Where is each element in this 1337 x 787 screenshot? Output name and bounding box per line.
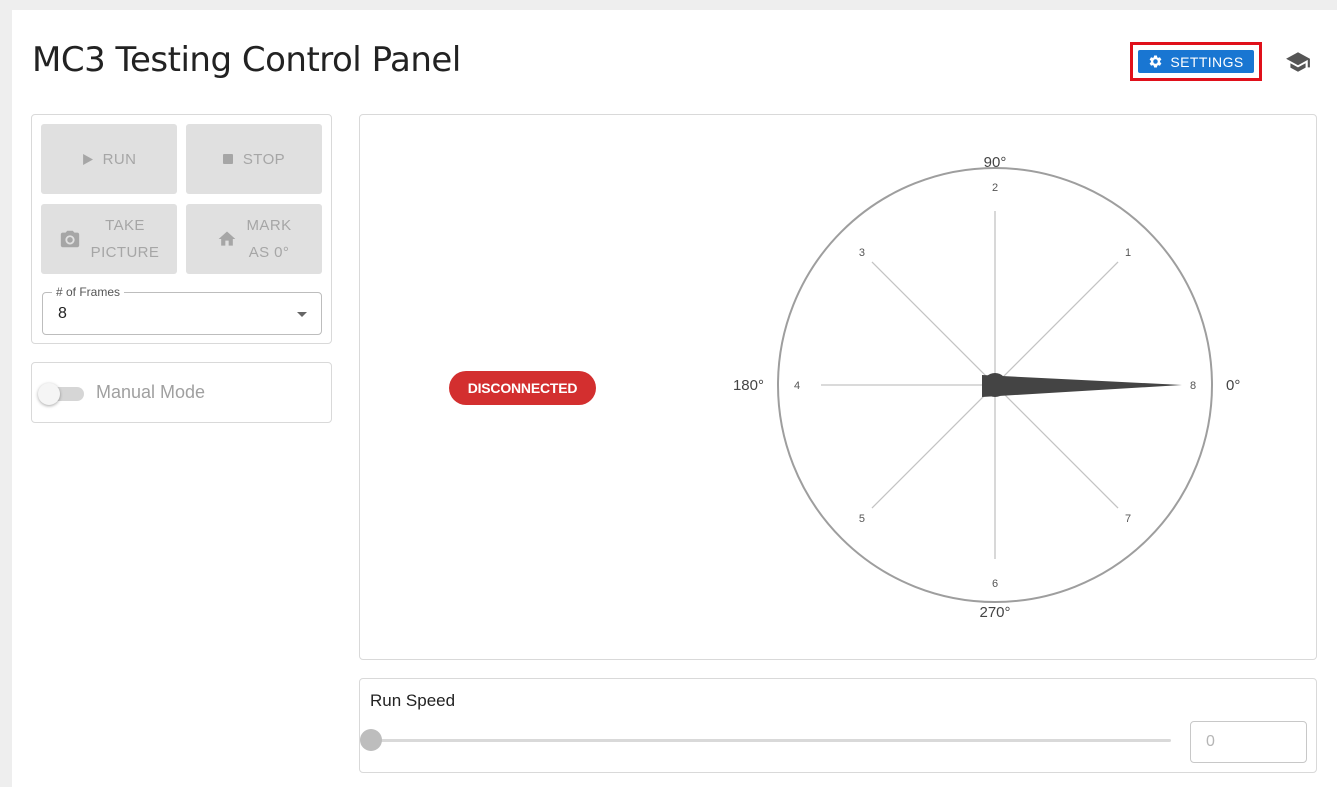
run-button[interactable]: RUN	[41, 124, 177, 194]
manual-mode-switch-thumb[interactable]	[38, 383, 60, 405]
angle-label-0: 0°	[1226, 377, 1240, 394]
dial-spoke-5	[871, 391, 989, 509]
frame-label-4: 4	[794, 380, 800, 392]
left-border	[0, 10, 12, 787]
school-button[interactable]	[1282, 48, 1314, 76]
chevron-down-icon	[297, 312, 307, 317]
angle-label-270: 270°	[979, 604, 1010, 621]
run-label: RUN	[102, 150, 137, 168]
angle-label-180: 180°	[733, 377, 764, 394]
settings-label: SETTINGS	[1170, 53, 1244, 70]
camera-icon	[60, 230, 79, 248]
angle-label-90: 90°	[984, 154, 1007, 171]
manual-mode-label: Manual Mode	[96, 382, 206, 402]
mark-zero-label-line2: AS 0°	[248, 244, 290, 261]
controls-card: RUN STOP TAKE PICTURE MARK AS 0° # of Fr…	[31, 114, 332, 344]
manual-mode-card: Manual Mode	[31, 362, 332, 423]
take-picture-label-line2: PICTURE	[90, 244, 160, 261]
frame-label-5: 5	[859, 513, 865, 525]
stop-icon	[222, 154, 233, 164]
play-icon	[82, 153, 93, 165]
frame-label-8: 8	[1190, 380, 1196, 392]
dial-spoke-7	[1001, 391, 1119, 509]
dial-pointer	[982, 375, 1182, 397]
take-picture-button[interactable]: TAKE PICTURE	[41, 204, 177, 274]
frame-label-2: 2	[992, 182, 998, 194]
position-dial: 1 2 3 4 5 6 7 8 90° 180° 0° 270°	[733, 154, 1240, 621]
mark-zero-label-line1: MARK	[246, 217, 292, 234]
frame-label-7: 7	[1125, 513, 1131, 525]
run-speed-label: Run Speed	[370, 691, 456, 710]
position-dial-card: DISCONNECTED 12345678 90° 180° 0° 270°	[359, 114, 1317, 660]
mark-zero-button[interactable]: MARK AS 0°	[186, 204, 322, 274]
dial-hub	[983, 373, 1007, 397]
frames-label: # of Frames	[52, 285, 125, 299]
dial-spoke-1	[1001, 261, 1119, 379]
frame-label-1: 1	[1125, 247, 1131, 259]
run-speed-slider[interactable]	[371, 739, 1171, 742]
page-title: MC3 Testing Control Panel	[32, 40, 461, 80]
run-speed-input[interactable]	[1190, 721, 1307, 763]
dial-spoke-3	[871, 261, 989, 379]
gear-icon	[1150, 55, 1162, 68]
run-speed-slider-thumb[interactable]	[360, 729, 382, 751]
settings-highlight: SETTINGS	[1130, 42, 1262, 81]
run-speed-card: Run Speed	[359, 678, 1317, 773]
take-picture-label-line1: TAKE	[105, 217, 145, 234]
graduation-cap-icon	[1286, 52, 1310, 72]
top-border	[0, 0, 1337, 10]
stop-button[interactable]: STOP	[186, 124, 322, 194]
frame-label-6: 6	[992, 578, 998, 590]
stop-label: STOP	[242, 150, 286, 168]
home-icon	[218, 231, 235, 246]
frame-label-3: 3	[859, 247, 865, 259]
frames-select[interactable]: # of Frames 8	[42, 285, 322, 335]
settings-button[interactable]: SETTINGS	[1138, 50, 1254, 73]
frames-value: 8	[58, 305, 67, 322]
